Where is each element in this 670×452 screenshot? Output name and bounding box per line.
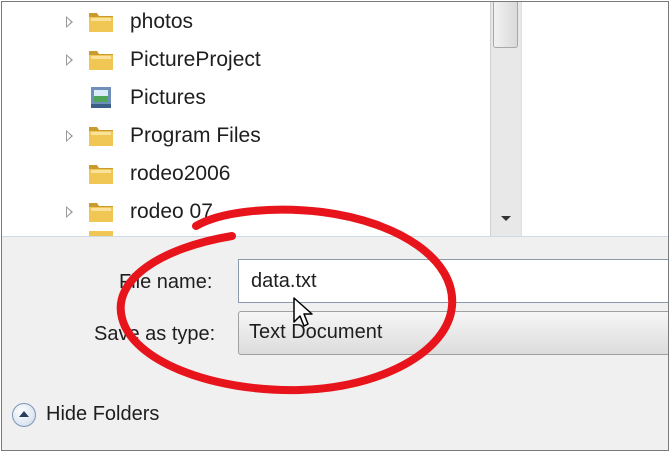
tree-item-program-files[interactable]: Program Files xyxy=(2,117,490,155)
folder-icon xyxy=(89,13,113,32)
tree-item-photos[interactable]: photos xyxy=(2,3,490,41)
tree-item-pictures[interactable]: Pictures xyxy=(2,79,490,117)
tree-item-pictureproject[interactable]: PictureProject xyxy=(2,41,490,79)
tree-item-label: rodeo 07 xyxy=(130,200,213,223)
tree-item-label: Pictures xyxy=(130,86,206,109)
folder-icon xyxy=(89,51,113,70)
tree-item-rodeo-07[interactable]: rodeo 07 xyxy=(2,193,490,231)
hide-folders-button[interactable]: Hide Folders xyxy=(12,401,212,429)
file-list-pane[interactable] xyxy=(521,2,668,236)
folder-icon xyxy=(89,203,113,222)
tree-item-label: photos xyxy=(130,10,194,33)
folder-tree: photos PictureProject Pictures Program F… xyxy=(2,2,490,236)
pictures-library-icon xyxy=(91,87,111,108)
scroll-down-arrow-icon[interactable] xyxy=(501,216,511,221)
expand-arrow-icon[interactable] xyxy=(66,16,73,28)
save-type-label: Save as type: xyxy=(94,323,216,345)
tree-item-rodeo2006[interactable]: rodeo2006 xyxy=(2,155,490,193)
file-name-label: File name: xyxy=(119,271,213,293)
hide-folders-label: Hide Folders xyxy=(46,403,160,425)
collapse-up-icon xyxy=(12,403,36,427)
mouse-cursor-icon xyxy=(293,297,313,327)
expand-arrow-icon[interactable] xyxy=(66,206,73,218)
tree-item-label: rodeo2006 xyxy=(130,162,231,185)
tree-scrollbar[interactable] xyxy=(490,2,521,236)
tree-item-label: Program Files xyxy=(130,124,261,147)
save-dialog: photos PictureProject Pictures Program F… xyxy=(1,1,669,451)
expand-arrow-icon[interactable] xyxy=(66,130,73,142)
scrollbar-thumb[interactable] xyxy=(493,2,518,48)
expand-arrow-icon[interactable] xyxy=(66,54,73,66)
folder-icon xyxy=(89,165,113,184)
tree-item-label: PictureProject xyxy=(130,48,261,71)
save-form-area: File name: Save as type: Text Document H… xyxy=(2,236,668,450)
folder-icon xyxy=(89,127,113,146)
